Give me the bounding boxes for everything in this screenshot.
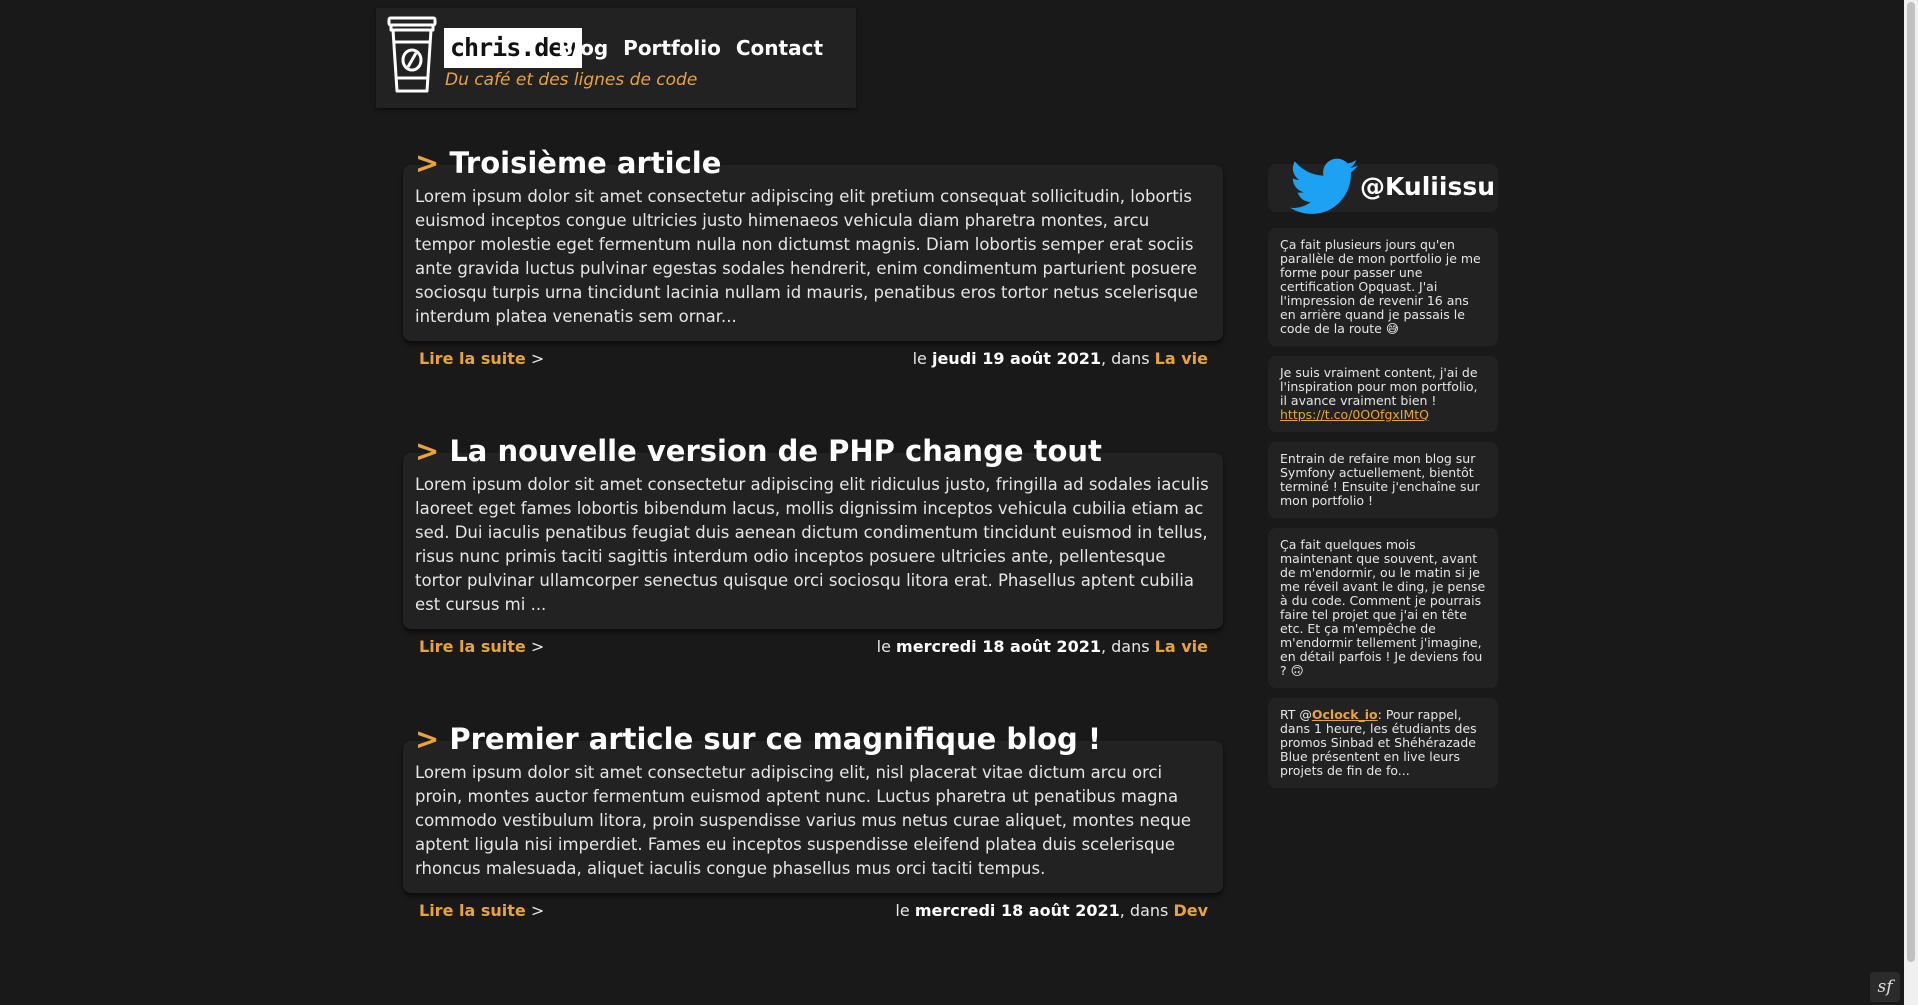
tweet-list: Ça fait plusieurs jours qu'en parallèle … — [1268, 228, 1498, 798]
tweet-text: Entrain de refaire mon blog sur Symfony … — [1280, 451, 1480, 508]
title-marker: > — [415, 434, 440, 468]
article-title[interactable]: > Troisième article — [403, 143, 1223, 183]
page-scrollbar[interactable] — [1904, 0, 1918, 1005]
article-list: > Troisième article Lorem ipsum dolor sit… — [403, 143, 1223, 983]
article-excerpt: Lorem ipsum dolor sit amet consectetur a… — [403, 741, 1223, 893]
article-excerpt: Lorem ipsum dolor sit amet consectetur a… — [403, 453, 1223, 629]
article-meta: Lire la suite > le mercredi 18 août 2021… — [403, 893, 1223, 923]
twitter-bird-icon — [1290, 158, 1358, 214]
read-more-link[interactable]: Lire la suite — [419, 901, 526, 920]
article-date: jeudi 19 août 2021 — [931, 349, 1101, 368]
tweet-item: Entrain de refaire mon blog sur Symfony … — [1268, 442, 1498, 518]
scrollbar-thumb[interactable] — [1907, 2, 1915, 962]
article-title[interactable]: > La nouvelle version de PHP change tout — [403, 431, 1223, 471]
read-more-link[interactable]: Lire la suite — [419, 637, 526, 656]
retweet-prefix: RT @ — [1280, 707, 1312, 722]
site-header: chris.dev Blog Portfolio Contact Du café… — [376, 8, 856, 108]
article-date-category: le mercredi 18 août 2021, dans La vie — [876, 637, 1208, 656]
title-marker: > — [415, 722, 440, 756]
category-link[interactable]: La vie — [1155, 637, 1208, 656]
article-meta: Lire la suite > le jeudi 19 août 2021, d… — [403, 341, 1223, 371]
read-more-arrow: > — [530, 637, 545, 656]
tweet-item: RT @Oclock_io: Pour rappel, dans 1 heure… — [1268, 698, 1498, 788]
main-nav: Blog Portfolio Contact — [558, 36, 823, 60]
coffee-cup-icon — [387, 16, 437, 93]
nav-link-blog[interactable]: Blog — [558, 36, 608, 60]
article-title[interactable]: > Premier article sur ce magnifique blog … — [403, 719, 1223, 759]
category-link[interactable]: La vie — [1155, 349, 1208, 368]
title-marker: > — [415, 146, 440, 180]
article-card: > Premier article sur ce magnifique blog … — [403, 719, 1223, 923]
article-date-category: le mercredi 18 août 2021, dans Dev — [895, 901, 1208, 920]
article-excerpt: Lorem ipsum dolor sit amet consectetur a… — [403, 165, 1223, 341]
tweet-item: Ça fait quelques mois maintenant que sou… — [1268, 528, 1498, 688]
category-link[interactable]: Dev — [1173, 901, 1208, 920]
article-meta: Lire la suite > le mercredi 18 août 2021… — [403, 629, 1223, 659]
nav-link-contact[interactable]: Contact — [736, 36, 823, 60]
tweet-item: Je suis vraiment content, j'ai de l'insp… — [1268, 356, 1498, 432]
symfony-icon[interactable]: sf — [1870, 972, 1900, 1002]
read-more-link[interactable]: Lire la suite — [419, 349, 526, 368]
article-date: mercredi 18 août 2021 — [896, 637, 1101, 656]
tweet-text: Ça fait quelques mois maintenant que sou… — [1280, 537, 1486, 678]
article-date: mercredi 18 août 2021 — [914, 901, 1120, 920]
tweet-item: Ça fait plusieurs jours qu'en parallèle … — [1268, 228, 1498, 346]
article-card: > Troisième article Lorem ipsum dolor sit… — [403, 143, 1223, 371]
read-more-arrow: > — [530, 349, 545, 368]
twitter-profile-link[interactable]: @Kuliissu — [1268, 158, 1498, 214]
twitter-handle[interactable]: @Kuliissu — [1360, 172, 1495, 201]
article-date-category: le jeudi 19 août 2021, dans La vie — [912, 349, 1208, 368]
article-card: > La nouvelle version de PHP change tout … — [403, 431, 1223, 659]
tweet-link[interactable]: https://t.co/0OOfgxIMtQ — [1280, 407, 1429, 422]
site-tagline: Du café et des lignes de code — [445, 70, 698, 90]
tweet-text: Je suis vraiment content, j'ai de l'insp… — [1280, 365, 1478, 408]
tweet-mention-link[interactable]: Oclock_io — [1312, 707, 1378, 722]
read-more-arrow: > — [530, 901, 545, 920]
tweet-text: Ça fait plusieurs jours qu'en parallèle … — [1280, 237, 1481, 336]
nav-link-portfolio[interactable]: Portfolio — [623, 36, 721, 60]
